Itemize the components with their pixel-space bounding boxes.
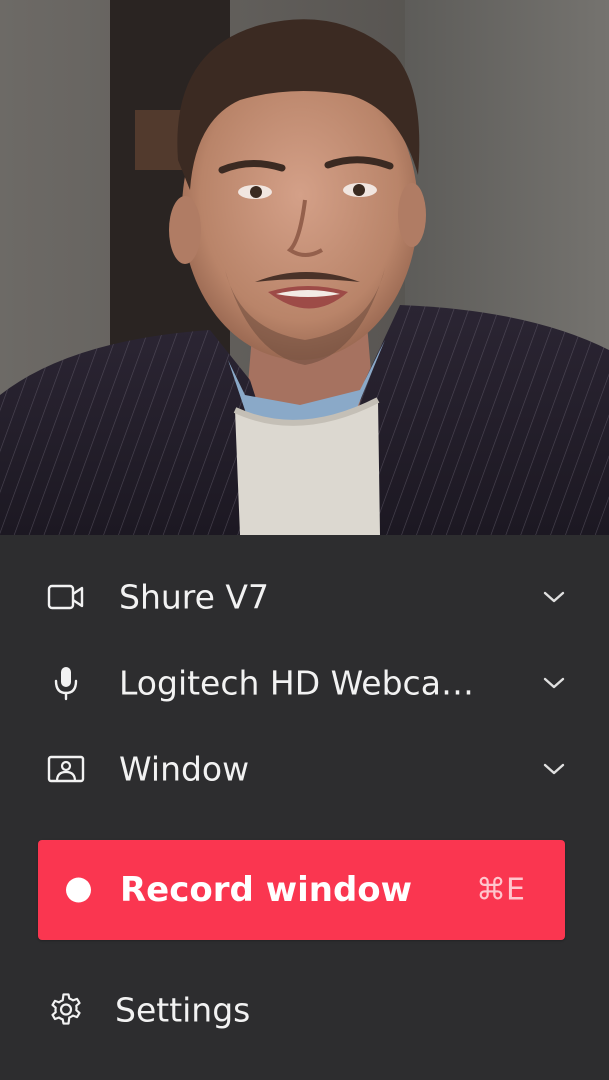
settings-label: Settings [115,990,251,1030]
microphone-label: Logitech HD Webcam... [119,663,504,703]
microphone-selector[interactable]: Logitech HD Webcam... [0,643,609,723]
record-button-label: Record window [120,870,413,910]
webcam-preview [0,0,609,535]
chevron-down-icon[interactable] [541,670,567,696]
window-portrait-icon [46,749,86,789]
camera-label: Shure V7 [119,577,269,617]
microphone-icon [46,663,86,703]
camera-selector[interactable]: Shure V7 [0,557,609,637]
gear-icon [46,990,86,1030]
record-window-button[interactable]: Record window ⌘E [38,840,565,940]
capture-mode-label: Window [119,749,250,789]
record-dot-icon [66,877,91,903]
chevron-down-icon[interactable] [541,756,567,782]
recorder-panel: Shure V7 Logitech HD Webcam... Window Re… [0,0,609,1080]
settings-button[interactable]: Settings [0,975,609,1045]
capture-mode-selector[interactable]: Window [0,729,609,809]
record-shortcut: ⌘E [476,872,525,908]
video-camera-icon [46,577,86,617]
chevron-down-icon[interactable] [541,584,567,610]
